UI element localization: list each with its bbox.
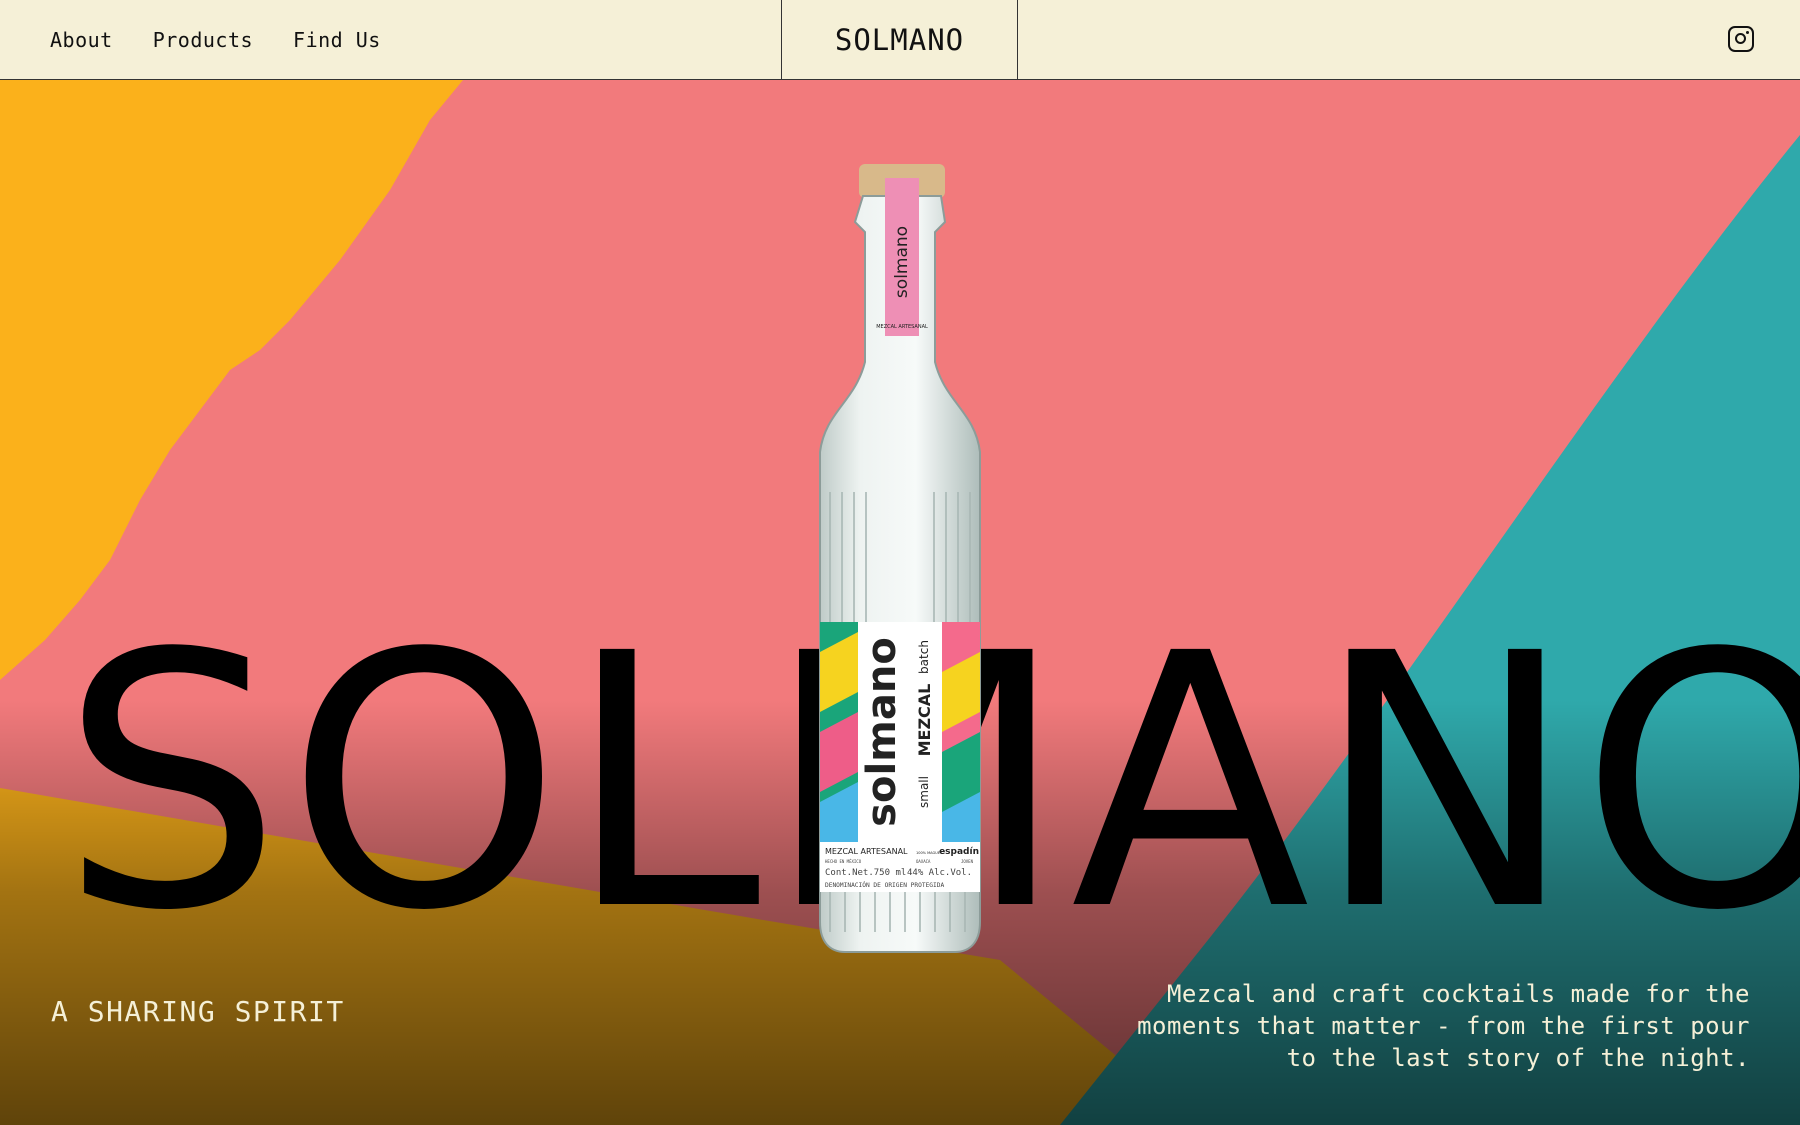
label-brand: solmano	[859, 637, 905, 827]
label-content: Cont.Net.750 ml	[825, 868, 906, 878]
label-type: MEZCAL ARTESANAL	[825, 847, 908, 856]
label-denomination: DENOMINACIÓN DE ORIGEN PROTEGIDA	[825, 880, 944, 889]
label-mezcal: MEZCAL	[915, 684, 934, 757]
hero-description: Mezcal and craft cocktails made for the …	[1137, 980, 1750, 1072]
mezcal-bottle-image: solmano MEZCAL ARTESANAL solmano small M…	[819, 164, 981, 953]
nav-find-us-link[interactable]: Find Us	[293, 28, 381, 52]
label-region: OAXACA	[916, 859, 931, 864]
neck-label-sub: MEZCAL ARTESANAL	[876, 324, 928, 330]
label-batch: batch	[917, 640, 931, 674]
label-origin: HECHO EN MÉXICO	[825, 859, 862, 864]
label-small: small	[917, 776, 931, 808]
site-header: About Products Find Us SOLMANO	[0, 0, 1800, 80]
label-agave: espadín	[939, 847, 979, 857]
brand-logo-box[interactable]: SOLMANO	[781, 0, 1018, 80]
brand-logo[interactable]: SOLMANO	[835, 23, 964, 57]
instagram-icon[interactable]	[1728, 26, 1754, 52]
label-abv: 44% Alc.Vol.	[907, 868, 972, 878]
nav-about-link[interactable]: About	[50, 28, 113, 52]
hero-tagline: A SHARING SPIRIT	[51, 995, 345, 1028]
nav-products-link[interactable]: Products	[153, 28, 253, 52]
hero-section: SOLMANO solmano MEZC	[0, 80, 1800, 1125]
neck-label-brand: solmano	[892, 226, 912, 298]
label-age: JOVEN	[961, 859, 974, 864]
main-nav: About Products Find Us	[50, 0, 381, 80]
